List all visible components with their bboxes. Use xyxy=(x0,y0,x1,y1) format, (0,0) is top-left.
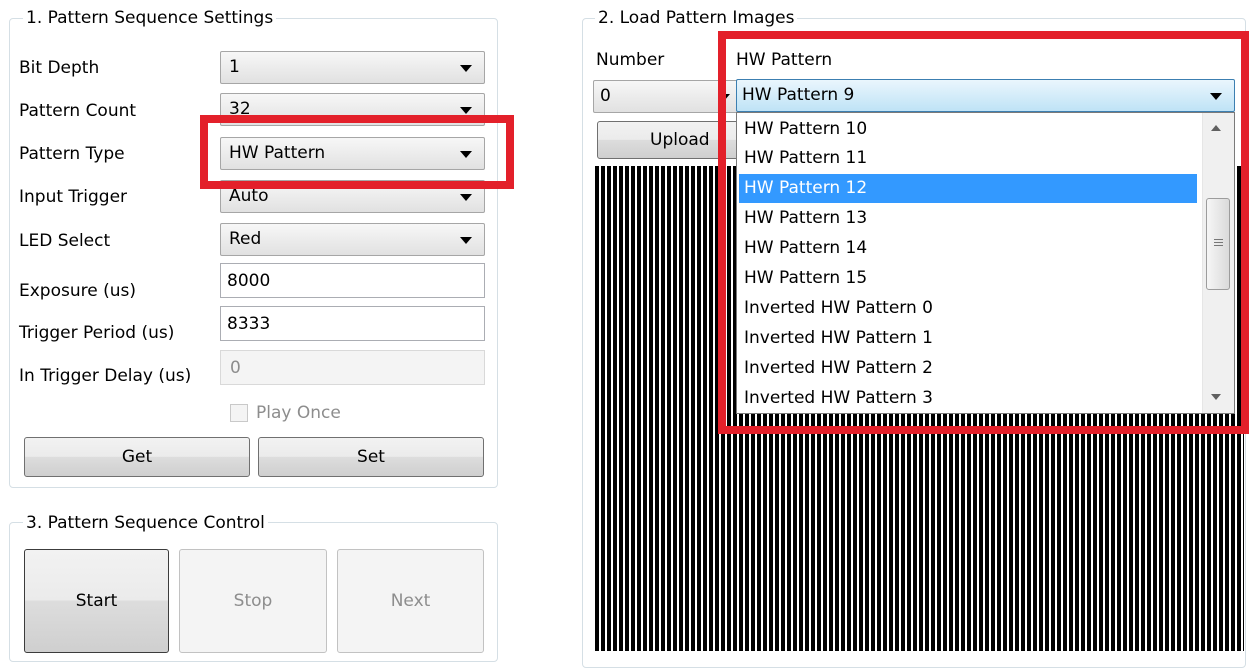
led-select-value: Red xyxy=(229,229,262,249)
start-button[interactable]: Start xyxy=(24,549,169,653)
play-once-label: Play Once xyxy=(256,403,341,423)
pattern-sequence-settings-title: 1. Pattern Sequence Settings xyxy=(23,8,277,28)
play-once-checkbox[interactable] xyxy=(230,404,248,422)
hw-pattern-highlight xyxy=(718,31,1249,434)
input-trigger-value: Auto xyxy=(229,186,269,206)
bit-depth-value: 1 xyxy=(229,57,240,77)
exposure-label: Exposure (us) xyxy=(19,281,136,301)
upload-label: Upload xyxy=(650,130,710,150)
next-button[interactable]: Next xyxy=(337,549,484,653)
stop-button[interactable]: Stop xyxy=(179,549,327,653)
trigger-period-label: Trigger Period (us) xyxy=(19,323,175,343)
pattern-type-highlight xyxy=(200,115,514,189)
chevron-down-icon xyxy=(460,106,472,114)
number-value: 0 xyxy=(600,86,611,106)
chevron-down-icon xyxy=(460,236,472,244)
pattern-sequence-control-title: 3. Pattern Sequence Control xyxy=(23,513,268,533)
exposure-input[interactable]: 8000 xyxy=(220,263,485,298)
input-trigger-label: Input Trigger xyxy=(19,187,128,207)
number-label: Number xyxy=(596,50,665,70)
set-button[interactable]: Set xyxy=(258,437,484,477)
chevron-down-icon xyxy=(460,193,472,201)
in-trigger-delay-label: In Trigger Delay (us) xyxy=(19,366,192,386)
pattern-count-label: Pattern Count xyxy=(19,101,137,121)
trigger-period-input[interactable]: 8333 xyxy=(220,306,485,341)
bit-depth-label: Bit Depth xyxy=(19,58,100,78)
bit-depth-select[interactable]: 1 xyxy=(220,51,485,84)
chevron-down-icon xyxy=(460,64,472,72)
pattern-type-label: Pattern Type xyxy=(19,144,125,164)
led-select-label: LED Select xyxy=(19,231,111,251)
load-pattern-images-title: 2. Load Pattern Images xyxy=(595,8,798,28)
in-trigger-delay-input[interactable]: 0 xyxy=(220,350,485,385)
led-select-select[interactable]: Red xyxy=(220,223,485,256)
get-button[interactable]: Get xyxy=(24,437,250,477)
